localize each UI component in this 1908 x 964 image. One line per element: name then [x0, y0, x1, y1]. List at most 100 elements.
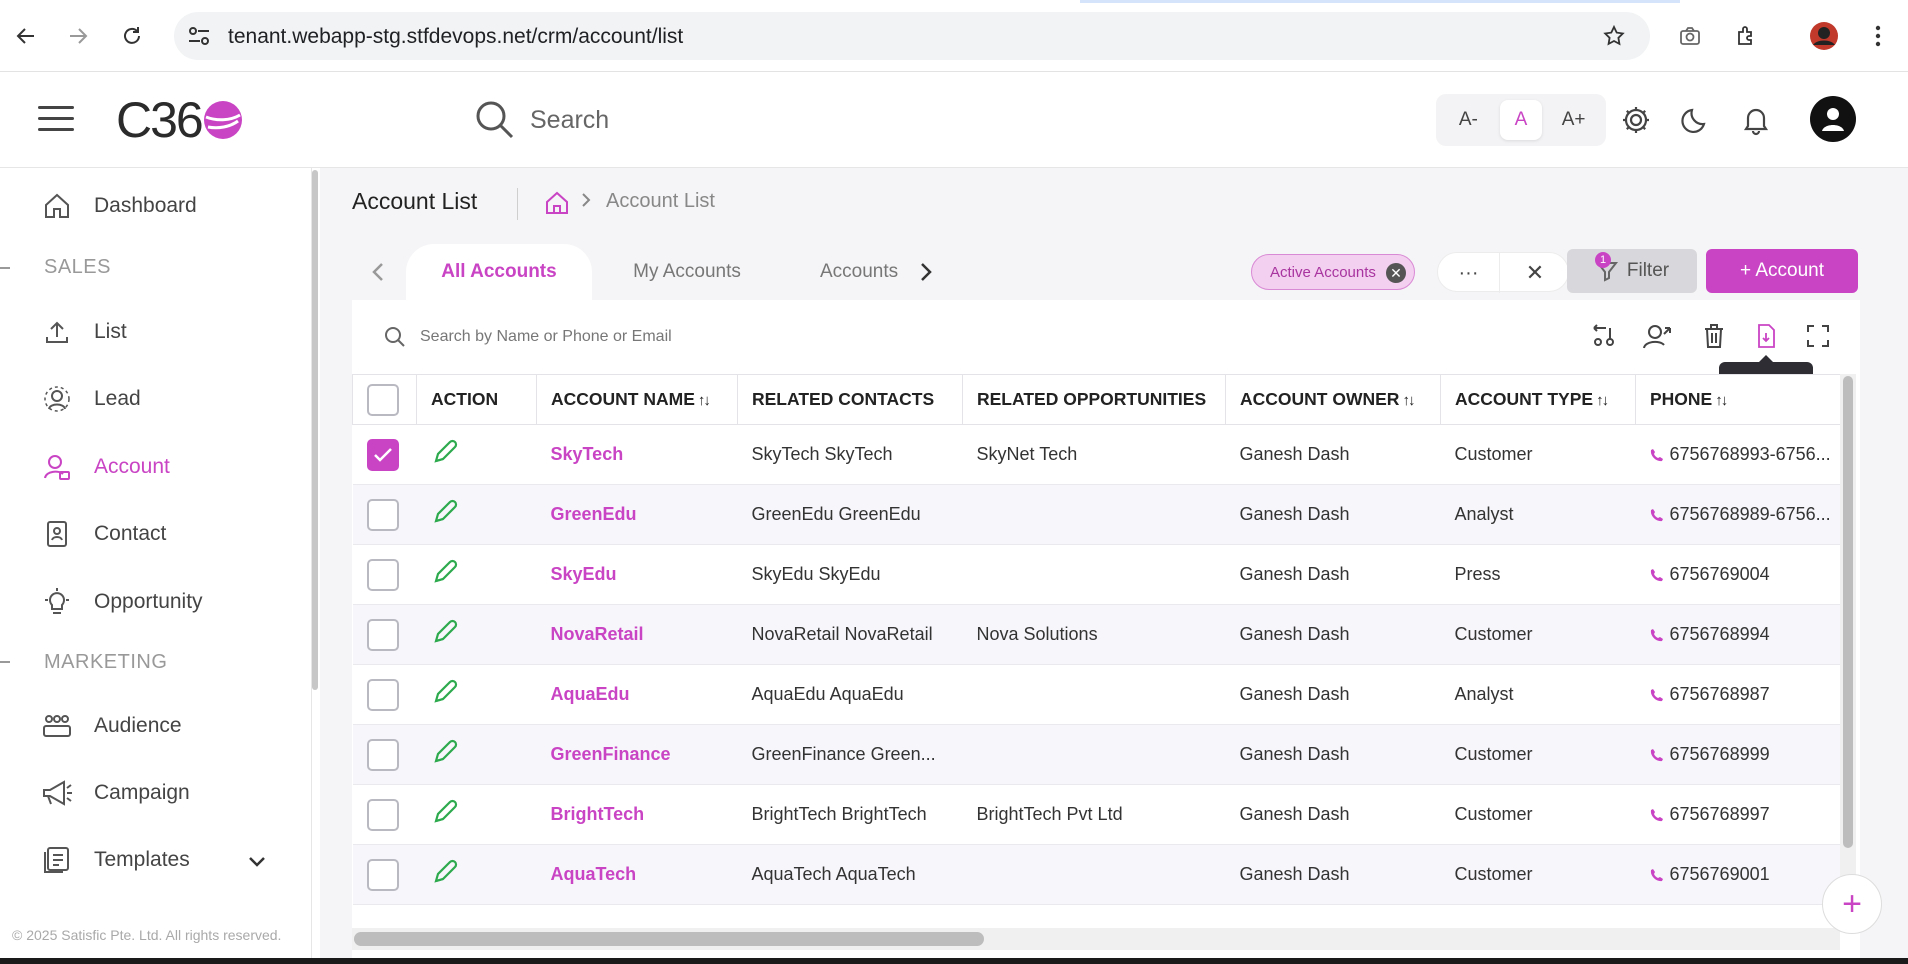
- tab-scroll-left-icon[interactable]: [358, 244, 398, 300]
- sidebar-item-list[interactable]: List: [40, 310, 127, 354]
- column-header-account-name[interactable]: ACCOUNT NAME ↑↓: [536, 374, 738, 425]
- account-name-link[interactable]: BrightTech: [551, 804, 645, 824]
- camera-icon[interactable]: [1672, 18, 1708, 54]
- account-name-link[interactable]: NovaRetail: [551, 624, 644, 644]
- column-header-phone[interactable]: PHONE ↑↓: [1634, 374, 1846, 425]
- edit-pencil-icon[interactable]: [431, 559, 459, 590]
- sidebar-item-audience[interactable]: Audience: [40, 704, 182, 748]
- table-row[interactable]: GreenEdu GreenEdu GreenEdu Ganesh Dash Anal…: [352, 484, 1845, 545]
- table-vertical-scrollbar[interactable]: [1840, 374, 1856, 920]
- phone-number[interactable]: 6756768999: [1670, 744, 1770, 765]
- sort-icon[interactable]: ↑↓: [1402, 392, 1415, 409]
- more-options-button[interactable]: ···: [1438, 253, 1500, 293]
- notification-bell-icon[interactable]: [1736, 100, 1776, 140]
- tab-scroll-right-icon[interactable]: [906, 244, 946, 300]
- sort-icon[interactable]: ↑↓: [698, 392, 711, 409]
- clear-view-close-icon[interactable]: ✕: [1500, 253, 1570, 293]
- bookmark-star-icon[interactable]: [1596, 18, 1632, 54]
- phone-number[interactable]: 6756768987: [1670, 684, 1770, 705]
- account-name-link[interactable]: AquaEdu: [551, 684, 630, 704]
- sort-icon[interactable]: ↑↓: [1715, 392, 1728, 409]
- account-name-link[interactable]: AquaTech: [551, 864, 637, 884]
- hamburger-menu-icon[interactable]: [38, 106, 74, 134]
- sidebar-item-templates[interactable]: Templates: [40, 838, 280, 882]
- floating-add-button[interactable]: +: [1822, 874, 1882, 934]
- reload-icon[interactable]: [114, 18, 150, 54]
- chevron-down-icon[interactable]: [248, 850, 266, 874]
- font-decrease-button[interactable]: A-: [1447, 100, 1489, 140]
- account-name-link[interactable]: SkyTech: [551, 444, 624, 464]
- edit-pencil-icon[interactable]: [431, 439, 459, 470]
- table-row[interactable]: SkyEdu SkyEdu SkyEdu Ganesh Dash Press 67567…: [352, 544, 1845, 605]
- phone-number[interactable]: 6756769004: [1670, 564, 1770, 585]
- edit-pencil-icon[interactable]: [431, 499, 459, 530]
- tab-my-accounts[interactable]: My Accounts: [612, 244, 762, 300]
- phone-number[interactable]: 6756768993-6756...: [1670, 444, 1831, 465]
- chip-remove-icon[interactable]: ✕: [1386, 263, 1406, 283]
- user-avatar[interactable]: [1810, 96, 1856, 142]
- sidebar-scrollbar[interactable]: [312, 170, 318, 690]
- sidebar-item-opportunity[interactable]: Opportunity: [40, 580, 203, 624]
- delete-trash-icon[interactable]: [1696, 318, 1732, 354]
- download-icon[interactable]: [1748, 318, 1784, 354]
- font-increase-button[interactable]: A+: [1553, 100, 1595, 140]
- select-all-checkbox[interactable]: [367, 383, 399, 416]
- extensions-icon[interactable]: [1728, 18, 1764, 54]
- column-header-account-owner[interactable]: ACCOUNT OWNER ↑↓: [1225, 374, 1441, 425]
- table-horizontal-scrollbar[interactable]: [352, 928, 1840, 950]
- forward-icon[interactable]: [60, 18, 96, 54]
- row-checkbox[interactable]: [366, 438, 399, 471]
- account-name-link[interactable]: GreenEdu: [551, 504, 637, 524]
- assign-icon[interactable]: [1586, 318, 1622, 354]
- table-row[interactable]: AquaEdu AquaEdu AquaEdu Ganesh Dash Analyst…: [352, 664, 1845, 725]
- filter-button[interactable]: Filter: [1567, 249, 1697, 293]
- tab-all-accounts[interactable]: All Accounts: [406, 244, 592, 300]
- sidebar-item-lead[interactable]: Lead: [40, 377, 141, 421]
- tab-accounts[interactable]: Accounts: [806, 244, 906, 300]
- table-row[interactable]: NovaRetail NovaRetail NovaRetail Nova Solu…: [352, 604, 1845, 665]
- sidebar-item-contact[interactable]: Contact: [40, 512, 166, 556]
- table-row[interactable]: BrightTech BrightTech BrightTech BrightTec…: [352, 784, 1845, 845]
- browser-menu-icon[interactable]: [1860, 18, 1896, 54]
- table-row[interactable]: SkyTech SkyTech SkyTech SkyNet Tech Ganesh …: [352, 424, 1845, 485]
- row-checkbox[interactable]: [366, 738, 399, 771]
- settings-gear-icon[interactable]: [1616, 100, 1656, 140]
- account-name-link[interactable]: SkyEdu: [551, 564, 617, 584]
- row-checkbox[interactable]: [366, 678, 399, 711]
- column-header-account-type[interactable]: ACCOUNT TYPE ↑↓: [1440, 374, 1636, 425]
- table-row[interactable]: AquaTech AquaTech AquaTech Ganesh Dash Cust…: [352, 844, 1845, 905]
- scrollbar-thumb[interactable]: [1843, 376, 1853, 848]
- row-checkbox[interactable]: [366, 558, 399, 591]
- sidebar-item-dashboard[interactable]: Dashboard: [40, 184, 197, 228]
- phone-number[interactable]: 6756768994: [1670, 624, 1770, 645]
- table-row[interactable]: GreenFinance GreenFinance Green... Ganesh …: [352, 724, 1845, 785]
- row-checkbox[interactable]: [366, 858, 399, 891]
- breadcrumb-home-icon[interactable]: [544, 190, 570, 216]
- profile-avatar-icon[interactable]: [1806, 18, 1842, 54]
- sort-icon[interactable]: ↑↓: [1596, 392, 1609, 409]
- site-settings-icon[interactable]: [186, 24, 212, 48]
- sidebar-item-account[interactable]: Account: [40, 445, 170, 489]
- back-icon[interactable]: [8, 18, 44, 54]
- row-checkbox[interactable]: [366, 618, 399, 651]
- active-accounts-chip[interactable]: Active Accounts ✕: [1251, 254, 1415, 290]
- dark-mode-moon-icon[interactable]: [1676, 100, 1716, 140]
- row-checkbox[interactable]: [366, 798, 399, 831]
- font-default-button[interactable]: A: [1499, 100, 1542, 140]
- app-logo[interactable]: C36: [116, 92, 244, 148]
- sidebar-item-campaign[interactable]: Campaign: [40, 771, 190, 815]
- scrollbar-thumb[interactable]: [354, 932, 984, 946]
- edit-pencil-icon[interactable]: [431, 619, 459, 650]
- phone-number[interactable]: 6756769001: [1670, 864, 1770, 885]
- phone-number[interactable]: 6756768989-6756...: [1670, 504, 1831, 525]
- header-search[interactable]: Search: [474, 96, 774, 144]
- edit-pencil-icon[interactable]: [431, 799, 459, 830]
- add-account-button[interactable]: + Account: [1706, 249, 1858, 293]
- edit-pencil-icon[interactable]: [431, 859, 459, 890]
- table-search-input[interactable]: Search by Name or Phone or Email: [384, 320, 984, 354]
- row-checkbox[interactable]: [366, 498, 399, 531]
- edit-pencil-icon[interactable]: [431, 739, 459, 770]
- edit-pencil-icon[interactable]: [431, 679, 459, 710]
- account-name-link[interactable]: GreenFinance: [551, 744, 671, 764]
- change-owner-icon[interactable]: [1640, 318, 1676, 354]
